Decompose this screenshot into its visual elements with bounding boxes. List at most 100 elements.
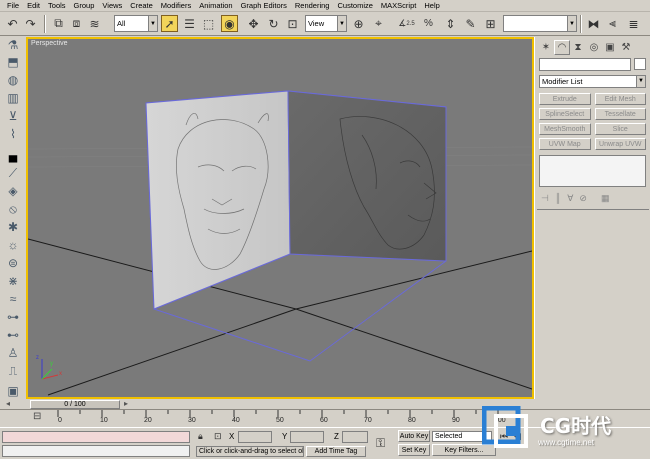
rope-icon[interactable]: ⌇ (4, 126, 22, 142)
motion-tab-icon[interactable]: ◎ (586, 40, 602, 55)
rectangular-selection-icon[interactable]: ⬚ (200, 15, 217, 32)
z-coordinate-field[interactable] (342, 431, 368, 443)
redo-icon[interactable]: ↷ (22, 15, 39, 32)
wind-icon[interactable]: ☼ (4, 237, 22, 253)
angle-snap-icon[interactable]: ∡ 2.5 (398, 15, 415, 32)
make-unique-icon[interactable]: ∀ (567, 193, 573, 204)
maxscript-output-field[interactable] (2, 445, 190, 457)
previous-frame-icon[interactable]: ◀ (514, 431, 521, 442)
viewport-label[interactable]: Perspective (31, 40, 68, 47)
sphere-icon[interactable]: ◍ (4, 72, 22, 88)
select-and-link-icon[interactable]: ⧉ (50, 15, 67, 32)
show-end-result-icon[interactable]: ║ (555, 193, 561, 203)
perspective-viewport[interactable]: Perspective z y x (26, 37, 534, 399)
toy-car-icon[interactable]: ⊜ (4, 255, 22, 271)
dashpot-icon[interactable]: ⦸ (4, 201, 22, 217)
menu-help[interactable]: Help (420, 0, 443, 12)
object-color-swatch[interactable] (634, 58, 646, 70)
menu-create[interactable]: Create (126, 0, 157, 12)
select-object-icon[interactable]: ➚ (161, 15, 178, 32)
move-icon[interactable]: ✥ (245, 15, 262, 32)
key-filters-button[interactable]: Key Filters... (432, 444, 496, 456)
remove-modifier-icon[interactable]: ⊘ (579, 193, 587, 204)
ragdoll-icon[interactable]: ♙ (4, 345, 22, 361)
bind-space-warp-icon[interactable]: ≋ (86, 15, 103, 32)
x-coordinate-field[interactable] (238, 431, 272, 443)
front-view-panel[interactable] (145, 90, 291, 310)
go-to-start-icon[interactable]: ⏮ (500, 431, 508, 442)
hinge-icon[interactable]: ⊶ (4, 309, 22, 325)
spring-icon[interactable]: ⟋ (4, 165, 22, 181)
modifier-list-dropdown[interactable]: Modifier List ▼ (539, 75, 646, 88)
percent-snap-icon[interactable]: % (420, 15, 437, 32)
configure-sets-icon[interactable]: ▦ (601, 193, 610, 204)
menu-file[interactable]: File (3, 0, 23, 12)
utilities-tab-icon[interactable]: ⚒ (618, 40, 634, 55)
menu-graph-editors[interactable]: Graph Editors (237, 0, 291, 12)
timeline-ruler[interactable]: ⊟ 0 10 20 30 40 50 60 70 80 90 100 (0, 409, 650, 427)
splineselect-button[interactable]: SplineSelect (539, 108, 591, 120)
menu-edit[interactable]: Edit (23, 0, 44, 12)
select-by-name-icon[interactable]: ☰ (181, 15, 198, 32)
motor-icon[interactable]: ✱ (4, 219, 22, 235)
meshsmooth-button[interactable]: MeshSmooth (539, 123, 591, 135)
uvw-map-button[interactable]: UVW Map (539, 138, 591, 150)
key-selection-dropdown[interactable]: Selected (432, 431, 492, 442)
cloth-icon[interactable]: ▥ (4, 90, 22, 106)
edit-mesh-button[interactable]: Edit Mesh (594, 93, 646, 105)
reactor-icon[interactable]: ⚗ (4, 37, 22, 53)
pivot-center-icon[interactable]: ⊕ (350, 15, 367, 32)
menu-tools[interactable]: Tools (44, 0, 70, 12)
set-keys-key-icon[interactable]: ⚿ (376, 436, 385, 451)
modify-tab-icon[interactable]: ◠ (554, 40, 570, 55)
constraint-icon[interactable]: ▄ (4, 147, 22, 163)
spinner-snap-icon[interactable]: ⇕ (442, 15, 459, 32)
add-time-tag-button[interactable]: Add Time Tag (306, 446, 366, 457)
pin-stack-icon[interactable]: ⊣ (541, 193, 549, 204)
analyze-world-icon[interactable]: ⎍ (4, 363, 22, 379)
auto-key-button[interactable]: Auto Key (398, 430, 430, 442)
set-key-button[interactable]: Set Key (398, 444, 430, 456)
slice-button[interactable]: Slice (594, 123, 646, 135)
hierarchy-tab-icon[interactable]: ⧗ (570, 40, 586, 55)
layer-manager-icon[interactable]: ≣ (625, 15, 642, 32)
extrude-button[interactable]: Extrude (539, 93, 591, 105)
named-selection-sets-dropdown[interactable]: ▼ (503, 15, 577, 32)
time-slider[interactable]: 0 / 100 (30, 400, 120, 409)
rigid-body-icon[interactable]: ⬒ (4, 54, 22, 70)
preview-animation-icon[interactable]: ▣ (4, 383, 22, 399)
undo-icon[interactable]: ↶ (4, 15, 21, 32)
menu-rendering[interactable]: Rendering (291, 0, 334, 12)
unlink-icon[interactable]: ⧈ (68, 15, 85, 32)
scale-icon[interactable]: ⊡ (284, 15, 301, 32)
window-crossing-icon[interactable]: ◉ (221, 15, 238, 32)
selection-filter-dropdown[interactable]: All ▼ (114, 15, 158, 32)
menu-animation[interactable]: Animation (195, 0, 236, 12)
prev-frame-icon[interactable]: ◂ (6, 399, 10, 408)
object-name-field[interactable] (539, 58, 631, 71)
menu-maxscript[interactable]: MAXScript (377, 0, 420, 12)
fracture-icon[interactable]: ⋇ (4, 273, 22, 289)
water-icon[interactable]: ≈ (4, 291, 22, 307)
tessellate-button[interactable]: Tessellate (594, 108, 646, 120)
edit-named-selections-icon[interactable]: ✎ (462, 15, 479, 32)
menu-modifiers[interactable]: Modifiers (157, 0, 195, 12)
maxscript-listener-field[interactable] (2, 431, 190, 443)
unwrap-uvw-button[interactable]: Unwrap UVW (594, 138, 646, 150)
soft-body-icon[interactable]: ⊻ (4, 108, 22, 124)
menu-group[interactable]: Group (70, 0, 99, 12)
lock-selection-icon[interactable]: 🔒︎ (198, 431, 203, 442)
absolute-mode-icon[interactable]: ⊡ (214, 431, 222, 442)
trackbar-icon[interactable]: ⊟ (33, 411, 41, 422)
modifier-stack[interactable] (539, 155, 646, 187)
named-selection-icon[interactable]: ⊞ (482, 15, 499, 32)
rotate-icon[interactable]: ↻ (265, 15, 282, 32)
y-coordinate-field[interactable] (290, 431, 324, 443)
mirror-icon[interactable]: ⧓ (585, 15, 602, 32)
menu-customize[interactable]: Customize (333, 0, 376, 12)
menu-views[interactable]: Views (98, 0, 126, 12)
create-tab-icon[interactable]: ✶ (538, 40, 554, 55)
reference-coordinate-dropdown[interactable]: View ▼ (305, 15, 347, 32)
plane-icon[interactable]: ◈ (4, 183, 22, 199)
point-to-point-icon[interactable]: ⊷ (4, 327, 22, 343)
